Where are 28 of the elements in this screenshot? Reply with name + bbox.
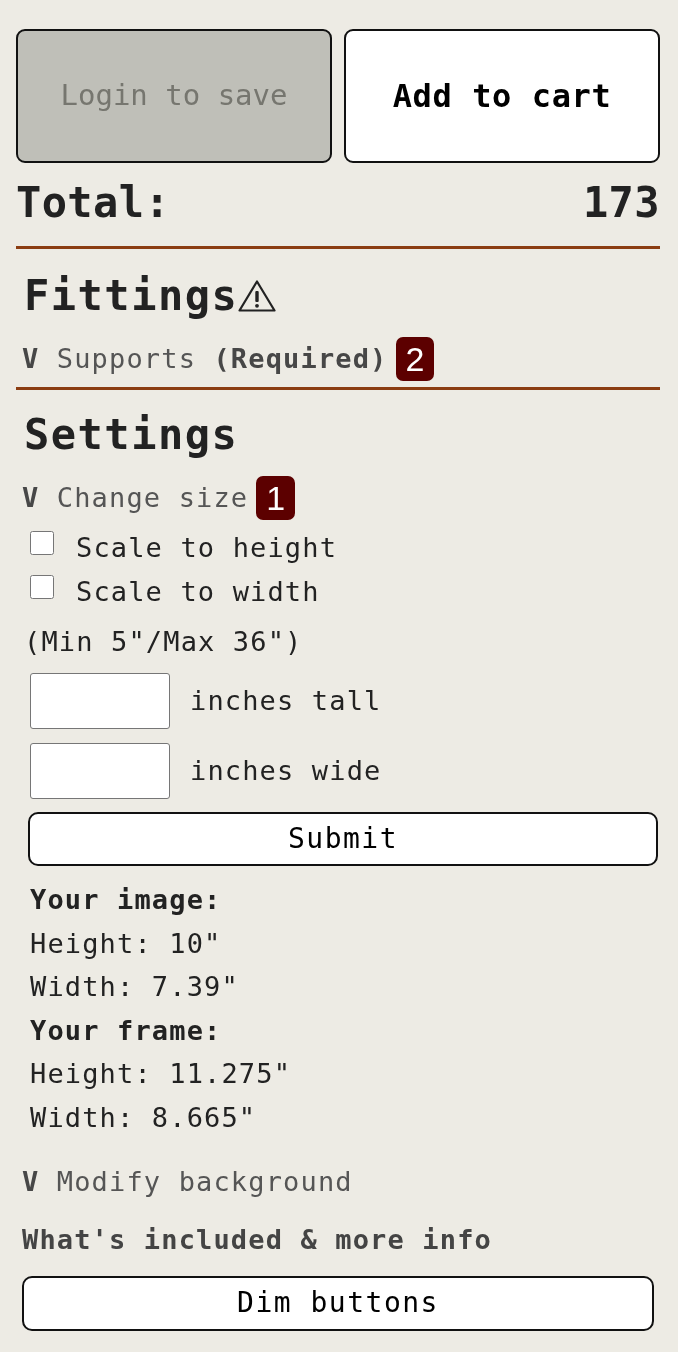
accordion-toggle[interactable]: V Change size <box>22 476 249 520</box>
input-field[interactable] <box>30 673 170 729</box>
submit-button[interactable]: Submit <box>28 812 658 866</box>
size-limits-text: (Min 5"/Max 36") <box>24 625 304 659</box>
accordion-toggle[interactable]: V Supports (Required) <box>22 337 388 381</box>
checkbox[interactable] <box>30 531 54 555</box>
section-heading: Fittings <box>24 271 239 321</box>
count-badge: 2 <box>395 337 435 381</box>
checkbox[interactable] <box>30 575 54 599</box>
dimension-text: Height: 11.275" <box>30 1057 293 1092</box>
unit-label: inches tall <box>190 684 382 718</box>
count-badge: 1 <box>256 476 296 520</box>
dimension-text: Height: 10" <box>30 926 223 961</box>
summary-heading: Your image: <box>30 883 223 917</box>
info-link[interactable]: What's included & more info <box>22 1217 660 1262</box>
accordion-toggle[interactable]: V Modify background <box>22 1159 353 1204</box>
summary-heading: Your frame: <box>30 1013 223 1048</box>
checkbox-label[interactable]: Scale to width <box>76 570 320 614</box>
section-heading: Settings <box>24 410 239 460</box>
dim-buttons-button[interactable]: Dim buttons <box>22 1275 654 1331</box>
unit-label: inches wide <box>190 754 382 788</box>
dimension-text: Width: 8.665" <box>30 1100 258 1135</box>
checkbox-label[interactable]: Scale to height <box>76 526 338 570</box>
total-value: 173 <box>582 179 660 227</box>
action-button[interactable]: Add to cart <box>344 29 660 163</box>
input-field[interactable] <box>30 743 170 799</box>
total-label: Total: <box>16 179 171 227</box>
dimension-text: Width: 7.39" <box>30 970 240 1005</box>
